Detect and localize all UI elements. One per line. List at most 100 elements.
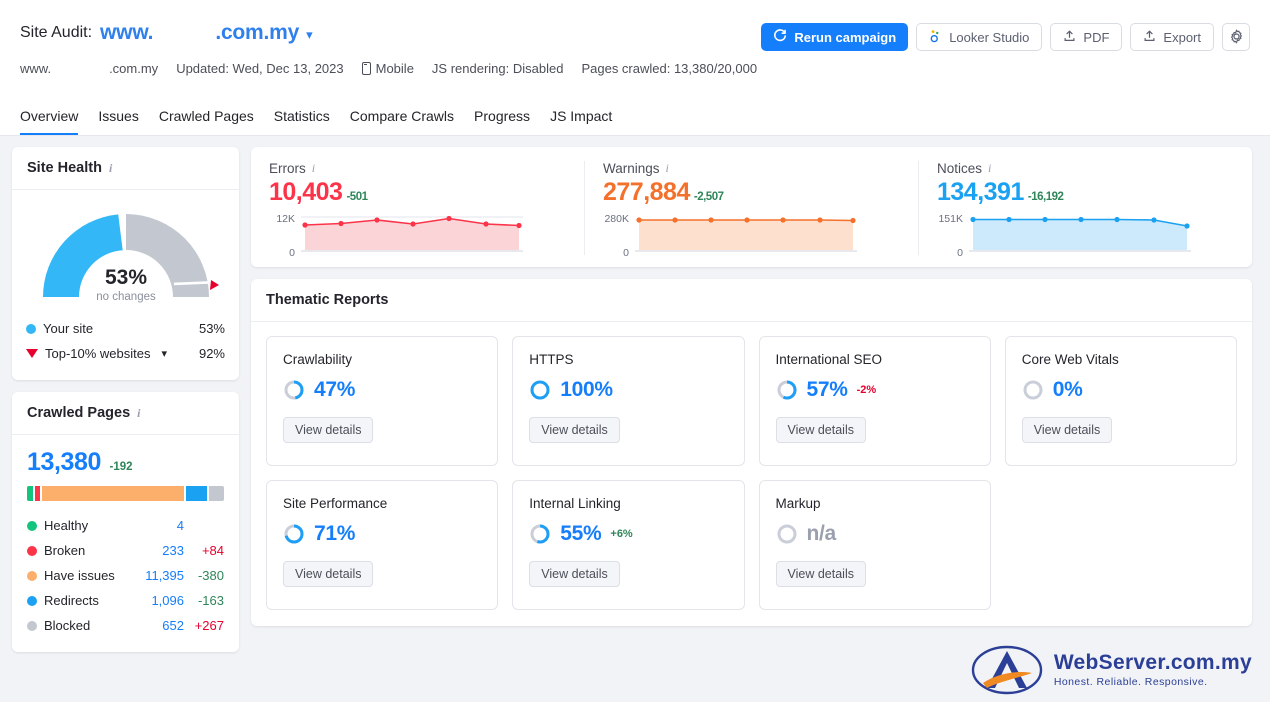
tab-progress[interactable]: Progress: [474, 108, 530, 136]
header-meta: www. .com.my Updated: Wed, Dec 13, 2023 M…: [20, 61, 1250, 76]
view-details-button[interactable]: View details: [529, 417, 620, 443]
info-icon[interactable]: i: [109, 161, 112, 176]
crawled-pages-stacked-bar: [27, 486, 224, 501]
chevron-down-icon[interactable]: ▾: [306, 28, 313, 41]
chevron-down-icon[interactable]: ▾: [162, 347, 168, 360]
meta-pages-crawled: Pages crawled: 13,380/20,000: [581, 61, 758, 76]
meta-site: www. .com.my: [20, 61, 158, 76]
legend-value-healthy: 4: [176, 518, 184, 533]
meta-js-rendering: JS rendering: Disabled: [431, 61, 564, 76]
footer-logo-tagline: Honest. Reliable. Responsive.: [1053, 676, 1208, 689]
legend-label-top10: Top-10% websites: [45, 346, 151, 361]
thematic-card-international-seo[interactable]: International SEO 57% -2% View details: [758, 336, 991, 466]
thematic-card-site-performance[interactable]: Site Performance 71% View details: [266, 480, 499, 610]
thematic-card-crawlability[interactable]: Crawlability 47% View details: [266, 336, 499, 466]
list-item[interactable]: Have issues 11,395 -380: [27, 563, 224, 588]
tab-js-impact[interactable]: JS Impact: [550, 108, 612, 136]
page-title-domain[interactable]: www. .com.my: [100, 21, 299, 45]
thematic-card-value-row: 100%: [529, 378, 727, 402]
thematic-card-value: 57%: [806, 378, 848, 401]
metric-errors-delta: -501: [346, 191, 368, 203]
legend-label-healthy: Healthy: [44, 518, 89, 533]
view-details-button[interactable]: View details: [775, 561, 866, 587]
legend-dot-healthy: [27, 520, 37, 531]
info-icon[interactable]: i: [988, 161, 991, 176]
metric-errors-value: 10,403: [269, 178, 343, 206]
legend-label-broken: Broken: [44, 543, 86, 558]
sparkline-axis: 12K 0: [269, 213, 301, 259]
axis-bottom-label: 0: [957, 247, 963, 259]
mobile-icon: [361, 62, 371, 75]
thematic-card-name: Crawlability: [283, 352, 353, 367]
axis-bottom-label: 0: [623, 247, 629, 259]
metrics-strip: Errors i 10,403 -501 12K 0 Warnings i 27…: [251, 147, 1252, 267]
left-column: Site Health i 53% no changes Your site 5…: [12, 147, 239, 652]
export-label: Export: [1163, 29, 1201, 45]
metric-notices-sparkline: 151K 0: [937, 213, 1234, 259]
thematic-card-value-row: 71%: [283, 522, 481, 546]
metric-notices[interactable]: Notices i 134,391 -16,192 151K 0: [918, 161, 1252, 259]
list-item[interactable]: Redirects 1,096 -163: [27, 588, 224, 613]
tab-compare-crawls[interactable]: Compare Crawls: [350, 108, 454, 136]
legend-dot-have-issues: [27, 570, 37, 581]
bar-segment-healthy: [27, 486, 33, 501]
refresh-icon: [773, 29, 787, 45]
thematic-reports-card: Thematic Reports Crawlability 47% View d…: [251, 279, 1252, 626]
metric-errors[interactable]: Errors i 10,403 -501 12K 0: [251, 161, 584, 259]
settings-button[interactable]: [1222, 23, 1250, 51]
bar-segment-have-issues: [42, 486, 185, 501]
gauge-chart: 53% no changes: [42, 214, 219, 303]
crawled-pages-body: 13,380 -192 Healthy 4 Broken 233 +84 Hav…: [12, 435, 239, 652]
page-title-prefix: Site Audit:: [20, 24, 93, 41]
legend-dot-your-site: [26, 323, 36, 334]
meta-device-label: Mobile: [375, 61, 414, 76]
looker-studio-button[interactable]: Looker Studio: [916, 23, 1043, 51]
list-item[interactable]: Blocked 652 +267: [27, 613, 224, 638]
upload-icon: [1063, 29, 1076, 45]
thematic-card-value: 55%: [560, 522, 602, 545]
legend-value-top10: 92%: [198, 346, 225, 361]
legend-value-your-site: 53%: [198, 321, 225, 336]
list-item[interactable]: Broken 233 +84: [27, 538, 224, 563]
metric-errors-value-row: 10,403 -501: [269, 178, 566, 207]
legend-value-have-issues: 11,395: [145, 568, 184, 583]
thematic-card-name: Markup: [775, 496, 821, 511]
view-details-button[interactable]: View details: [283, 417, 374, 443]
tab-issues[interactable]: Issues: [98, 108, 138, 136]
thematic-card-value: n/a: [806, 522, 837, 545]
info-icon[interactable]: i: [312, 161, 315, 176]
view-details-button[interactable]: View details: [775, 417, 866, 443]
info-icon[interactable]: i: [137, 406, 140, 421]
bar-segment-blocked: [208, 486, 224, 501]
legend-row-top10[interactable]: Top-10% websites ▾ 92%: [26, 341, 225, 366]
tab-crawled-pages[interactable]: Crawled Pages: [159, 108, 254, 136]
axis-top-label: 280K: [604, 213, 629, 225]
bar-segment-redirects: [186, 486, 207, 501]
tab-overview[interactable]: Overview: [20, 108, 79, 136]
thematic-card-https[interactable]: HTTPS 100% View details: [512, 336, 745, 466]
tab-statistics[interactable]: Statistics: [274, 108, 330, 136]
thematic-card-core-web-vitals[interactable]: Core Web Vitals 0% View details: [1004, 336, 1237, 466]
list-item[interactable]: Healthy 4: [27, 513, 224, 538]
metric-notices-title: Notices: [937, 161, 983, 176]
header-actions: Rerun campaign Looker Studio PDF Export: [761, 23, 1250, 51]
info-icon[interactable]: i: [666, 161, 669, 176]
view-details-button[interactable]: View details: [283, 561, 374, 587]
rerun-campaign-button[interactable]: Rerun campaign: [761, 23, 909, 51]
crawled-pages-legend: Healthy 4 Broken 233 +84 Have issues 11,…: [27, 513, 224, 638]
donut-icon: [777, 380, 796, 400]
legend-dot-redirects: [27, 595, 37, 606]
legend-value-blocked: 652: [162, 618, 184, 633]
looker-studio-icon: [929, 29, 942, 45]
metric-warnings[interactable]: Warnings i 277,884 -2,507 280K 0: [584, 161, 918, 259]
thematic-card-value-row: 57% -2%: [776, 378, 974, 402]
meta-site-prefix: www.: [20, 61, 52, 76]
view-details-button[interactable]: View details: [1021, 417, 1113, 443]
gear-icon: [1229, 29, 1244, 46]
site-health-title: Site Health: [27, 160, 102, 176]
pdf-button[interactable]: PDF: [1050, 23, 1123, 51]
view-details-button[interactable]: View details: [529, 561, 620, 587]
export-button[interactable]: Export: [1130, 23, 1214, 51]
thematic-card-internal-linking[interactable]: Internal Linking 55% +6% View details: [512, 480, 745, 610]
thematic-card-markup[interactable]: Markup n/a View details: [758, 480, 991, 610]
